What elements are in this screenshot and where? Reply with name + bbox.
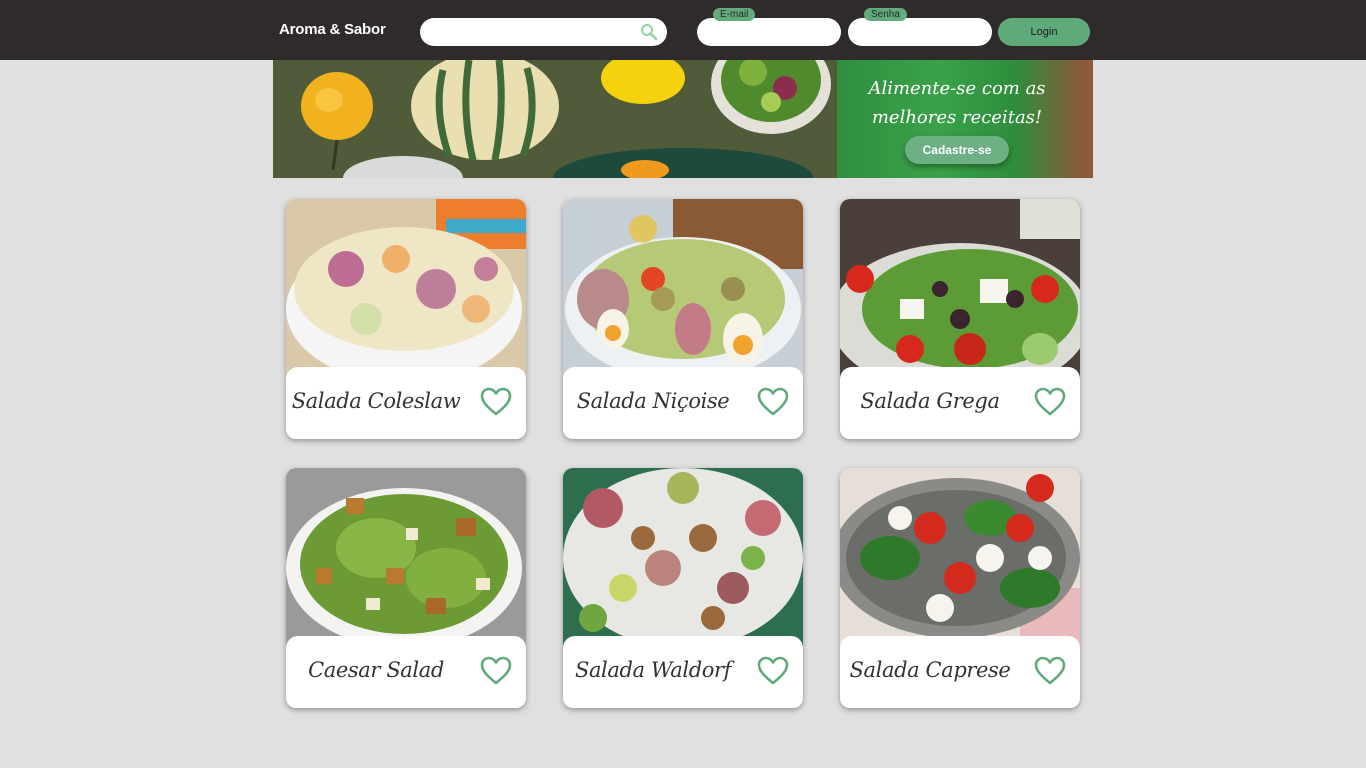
password-field-wrapper: Senha (848, 8, 992, 46)
recipe-card-footer: Salada Niçoise (563, 367, 803, 439)
recipe-image (840, 468, 1080, 648)
banner-food-image (273, 60, 837, 178)
email-field-wrapper: E-mail (697, 8, 841, 46)
recipe-card-footer: Caesar Salad (286, 636, 526, 708)
search-input[interactable] (420, 18, 630, 46)
brand-logo[interactable]: Aroma & Sabor (279, 21, 386, 38)
recipe-card[interactable]: Caesar Salad (286, 468, 526, 708)
recipe-card[interactable]: Salada Grega (840, 199, 1080, 439)
recipe-title: Salada Grega (860, 389, 1000, 413)
heart-icon[interactable] (1034, 387, 1066, 417)
search-icon[interactable] (640, 23, 658, 41)
login-button[interactable]: Login (998, 18, 1090, 46)
heart-icon[interactable] (480, 387, 512, 417)
signup-button[interactable]: Cadastre-se (905, 136, 1009, 164)
password-field[interactable] (848, 18, 992, 46)
heart-icon[interactable] (757, 387, 789, 417)
recipe-image (840, 199, 1080, 379)
recipe-image (563, 199, 803, 379)
recipe-title: Salada Niçoise (576, 389, 730, 413)
search-bar[interactable] (420, 18, 667, 46)
heart-icon[interactable] (757, 656, 789, 686)
recipe-title: Salada Caprese (849, 658, 1011, 682)
promo-headline: Alimente-se com as melhores receitas! (837, 74, 1077, 132)
recipe-card[interactable]: Salada Niçoise (563, 199, 803, 439)
recipe-card[interactable]: Salada Caprese (840, 468, 1080, 708)
promo-line-1: Alimente-se com as (868, 78, 1046, 99)
recipe-card-footer: Salada Waldorf (563, 636, 803, 708)
recipe-card[interactable]: Salada Coleslaw (286, 199, 526, 439)
recipe-card-footer: Salada Grega (840, 367, 1080, 439)
password-label: Senha (864, 8, 907, 21)
recipe-title: Salada Coleslaw (291, 389, 461, 413)
recipe-title: Caesar Salad (308, 658, 444, 682)
recipe-card-footer: Salada Caprese (840, 636, 1080, 708)
recipe-image (286, 199, 526, 379)
recipe-title: Salada Waldorf (574, 658, 732, 682)
heart-icon[interactable] (1034, 656, 1066, 686)
email-label: E-mail (713, 8, 756, 21)
recipe-card[interactable]: Salada Waldorf (563, 468, 803, 708)
signup-promo: Alimente-se com as melhores receitas! Ca… (837, 60, 1093, 178)
email-field[interactable] (697, 18, 841, 46)
recipe-card-footer: Salada Coleslaw (286, 367, 526, 439)
promo-line-2: melhores receitas! (871, 107, 1043, 128)
recipe-image (563, 468, 803, 648)
heart-icon[interactable] (480, 656, 512, 686)
recipe-image (286, 468, 526, 648)
hero-banner: Alimente-se com as melhores receitas! Ca… (273, 60, 1093, 178)
top-navbar: Aroma & Sabor E-mail Senha Login (0, 0, 1366, 60)
